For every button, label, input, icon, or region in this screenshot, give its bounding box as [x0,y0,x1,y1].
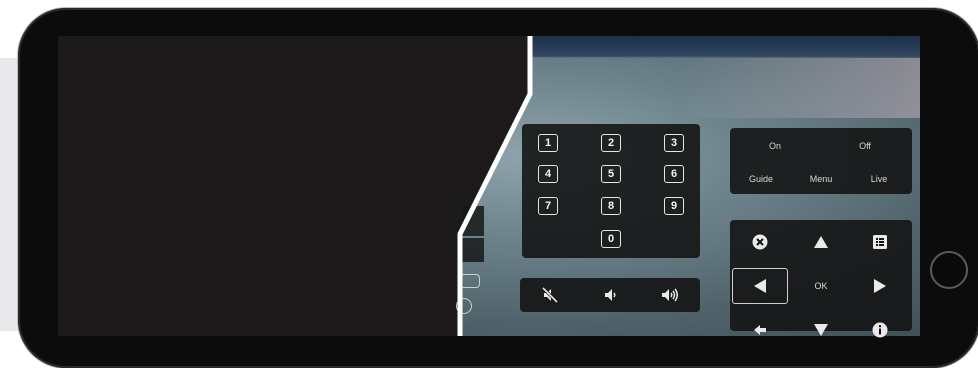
back-arrow-icon [754,325,766,335]
key-3[interactable]: 3 [664,134,684,152]
power-menu-panel: On Off Guide Menu Live [730,128,912,194]
info-icon [872,322,888,338]
up-button[interactable] [793,224,849,260]
right-button[interactable] [852,268,908,304]
number-keypad: 1 2 3 4 5 6 7 8 9 0 [522,124,700,258]
home-button[interactable] [930,251,968,289]
key-8[interactable]: 8 [601,197,621,215]
ok-button[interactable]: OK [793,268,849,304]
ok-label: OK [814,281,828,291]
key-2[interactable]: 2 [601,134,621,152]
key-5[interactable]: 5 [601,165,621,183]
key-6[interactable]: 6 [664,165,684,183]
off-button[interactable]: Off [840,141,890,151]
arrow-left-icon [754,279,766,293]
volume-up-icon [662,288,678,302]
mute-icon [542,287,558,303]
list-button[interactable] [852,224,908,260]
arrow-up-icon [814,236,828,248]
exit-button[interactable] [732,224,788,260]
key-9[interactable]: 9 [664,197,684,215]
mute-button[interactable] [520,278,580,312]
guide-button[interactable]: Guide [736,174,786,184]
list-icon [873,235,887,249]
close-circle-icon [752,234,768,250]
arrow-down-icon [814,324,828,336]
arrow-right-icon [874,279,886,293]
info-button[interactable] [852,312,908,348]
volume-up-button[interactable] [640,278,700,312]
left-button[interactable] [732,268,788,304]
key-0[interactable]: 0 [601,230,621,248]
volume-down-icon [605,289,616,301]
key-7[interactable]: 7 [538,197,558,215]
down-button[interactable] [793,312,849,348]
live-button[interactable]: Live [854,174,904,184]
back-button[interactable] [732,312,788,348]
key-4[interactable]: 4 [538,165,558,183]
menu-button[interactable]: Menu [796,174,846,184]
volume-controls [520,278,700,312]
on-button[interactable]: On [750,141,800,151]
key-1[interactable]: 1 [538,134,558,152]
volume-down-button[interactable] [580,278,640,312]
navigation-pad: OK [730,220,912,338]
